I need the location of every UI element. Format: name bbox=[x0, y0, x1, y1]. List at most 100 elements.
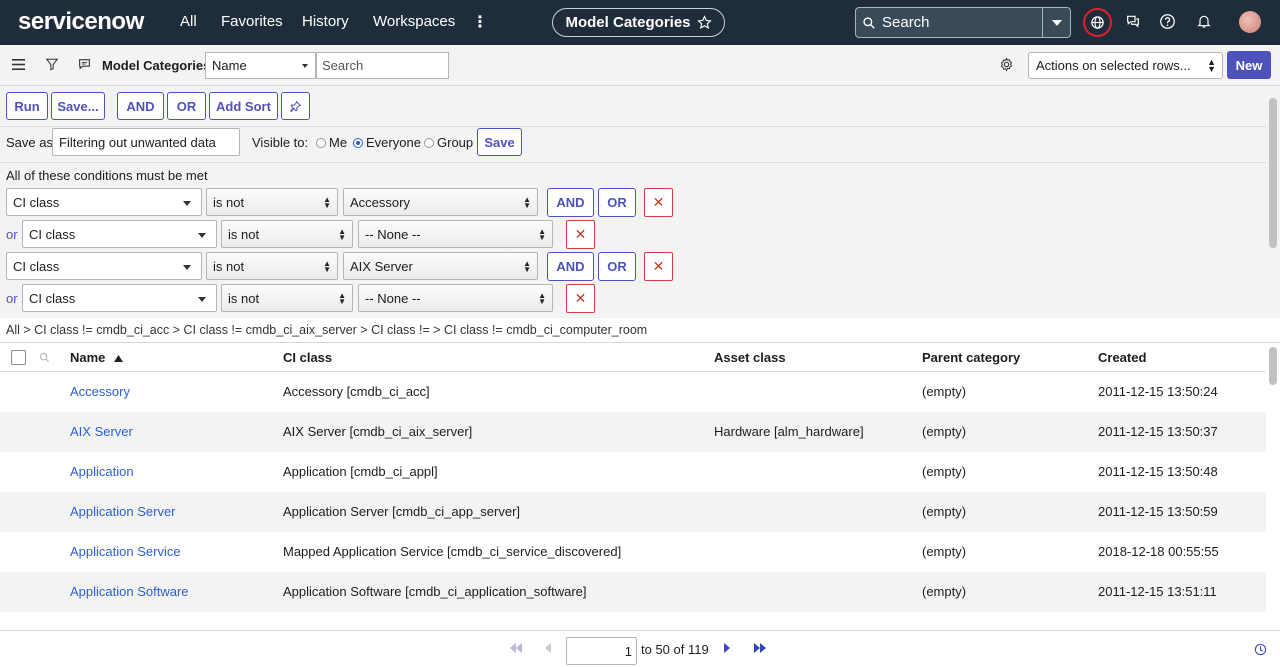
row-name-link[interactable]: Application Service bbox=[70, 544, 181, 559]
condition-operator-select[interactable]: is not ▲ ▼ bbox=[206, 188, 338, 216]
table-scrollbar[interactable] bbox=[1266, 343, 1280, 630]
comment-icon[interactable] bbox=[78, 58, 91, 73]
actions-label: Actions on selected rows... bbox=[1036, 58, 1191, 73]
pin-icon[interactable] bbox=[281, 92, 310, 120]
updown-arrows-icon: ▲ ▼ bbox=[323, 259, 331, 274]
radio-me[interactable] bbox=[316, 138, 326, 148]
condition-value: Accessory bbox=[350, 195, 410, 210]
caret-down-icon bbox=[183, 201, 191, 206]
row-name-link[interactable]: AIX Server bbox=[70, 424, 133, 439]
condition-value-select[interactable]: -- None -- ▲ ▼ bbox=[358, 220, 553, 248]
condition-field-select[interactable]: CI class bbox=[6, 252, 202, 280]
info-icon[interactable] bbox=[1254, 643, 1267, 659]
list-search-input[interactable]: Search bbox=[316, 52, 449, 79]
actions-on-selected-select[interactable]: Actions on selected rows... ▲ ▼ bbox=[1028, 52, 1223, 79]
caret-down-icon bbox=[198, 233, 206, 238]
remove-condition-icon[interactable]: ✕ bbox=[644, 188, 673, 217]
row-name-link[interactable]: Application Software bbox=[70, 584, 189, 599]
servicenow-logo[interactable]: servicenow bbox=[18, 8, 144, 36]
column-name-label: Name bbox=[70, 350, 106, 365]
caret-down-icon bbox=[1051, 19, 1062, 26]
remove-condition-icon[interactable]: ✕ bbox=[566, 284, 595, 313]
save-as-label: Save as: bbox=[6, 135, 57, 150]
condition-operator-select[interactable]: is not ▲ ▼ bbox=[221, 220, 353, 248]
scrollbar-thumb[interactable] bbox=[1269, 347, 1277, 385]
condition-or-button[interactable]: OR bbox=[598, 188, 636, 217]
nav-all[interactable]: All bbox=[180, 13, 197, 30]
nav-history[interactable]: History bbox=[302, 13, 349, 30]
radio-group[interactable] bbox=[424, 138, 434, 148]
save-as-button[interactable]: Save... bbox=[51, 92, 105, 120]
gear-icon[interactable] bbox=[999, 57, 1014, 75]
search-icon bbox=[856, 16, 882, 30]
page-number-input[interactable]: 1 bbox=[566, 637, 637, 665]
condition-or-button[interactable]: OR bbox=[598, 252, 636, 281]
next-page-icon[interactable] bbox=[724, 642, 730, 656]
run-button[interactable]: Run bbox=[6, 92, 48, 120]
remove-condition-icon[interactable]: ✕ bbox=[644, 252, 673, 281]
global-search-input[interactable]: Search bbox=[882, 14, 1042, 31]
help-icon[interactable] bbox=[1159, 13, 1176, 33]
condition-field-value: CI class bbox=[29, 227, 76, 242]
filter-icon[interactable] bbox=[45, 57, 59, 75]
globe-icon[interactable] bbox=[1083, 8, 1112, 37]
condition-value-select[interactable]: -- None -- ▲ ▼ bbox=[358, 284, 553, 312]
table-row: AIX Server AIX Server [cmdb_ci_aix_serve… bbox=[0, 412, 1266, 452]
nav-workspaces[interactable]: Workspaces bbox=[373, 13, 455, 30]
filter-builder: Run Save... AND OR Add Sort Save as: Fil… bbox=[0, 86, 1266, 318]
first-page-icon[interactable] bbox=[510, 642, 522, 656]
condition-field-select[interactable]: CI class bbox=[22, 220, 217, 248]
column-header-parent-category[interactable]: Parent category bbox=[922, 350, 1020, 365]
row-name-link[interactable]: Accessory bbox=[70, 384, 130, 399]
row-name-link[interactable]: Application Server bbox=[70, 504, 176, 519]
page-range-text: to 50 of 119 bbox=[641, 642, 709, 657]
add-sort-button[interactable]: Add Sort bbox=[209, 92, 278, 120]
scrollbar-thumb[interactable] bbox=[1269, 98, 1277, 248]
pagination-bar: 1 to 50 of 119 bbox=[0, 630, 1280, 667]
or-button[interactable]: OR bbox=[167, 92, 206, 120]
row-created: 2011-12-15 13:50:37 bbox=[1098, 424, 1218, 439]
condition-value-select[interactable]: AIX Server ▲ ▼ bbox=[343, 252, 538, 280]
bell-icon[interactable] bbox=[1196, 13, 1212, 32]
radio-everyone[interactable] bbox=[353, 138, 363, 148]
star-icon[interactable] bbox=[696, 15, 712, 30]
column-search-icon[interactable] bbox=[39, 351, 50, 366]
context-title-pill[interactable]: Model Categories bbox=[552, 8, 725, 37]
condition-operator-select[interactable]: is not ▲ ▼ bbox=[221, 284, 353, 312]
last-page-icon[interactable] bbox=[754, 642, 766, 656]
row-ci-class: Accessory [cmdb_ci_acc] bbox=[283, 384, 430, 399]
row-name-link[interactable]: Application bbox=[70, 464, 134, 479]
row-asset-class: Hardware [alm_hardware] bbox=[714, 424, 864, 439]
condition-field-select[interactable]: CI class bbox=[6, 188, 202, 216]
save-as-input[interactable]: Filtering out unwanted data bbox=[52, 128, 240, 156]
new-button[interactable]: New bbox=[1227, 51, 1271, 79]
search-scope-dropdown[interactable] bbox=[1042, 8, 1070, 37]
radio-group-label: Group bbox=[437, 135, 474, 150]
remove-condition-icon[interactable]: ✕ bbox=[566, 220, 595, 249]
more-menu-icon[interactable]: ⋮ bbox=[472, 12, 488, 32]
save-button[interactable]: Save bbox=[477, 128, 522, 156]
user-avatar[interactable] bbox=[1239, 11, 1261, 33]
select-all-checkbox[interactable] bbox=[11, 350, 26, 365]
breadcrumb[interactable]: All > CI class != cmdb_ci_acc > CI class… bbox=[0, 318, 1280, 343]
search-field-select[interactable]: Name bbox=[205, 52, 316, 79]
previous-page-icon[interactable] bbox=[545, 642, 551, 656]
nav-favorites[interactable]: Favorites bbox=[221, 13, 283, 30]
and-button[interactable]: AND bbox=[117, 92, 164, 120]
global-search[interactable]: Search bbox=[855, 7, 1071, 38]
column-header-ci-class[interactable]: CI class bbox=[283, 350, 332, 365]
chat-icon[interactable] bbox=[1125, 13, 1141, 32]
column-header-name[interactable]: Name bbox=[70, 350, 124, 365]
condition-and-button[interactable]: AND bbox=[547, 188, 594, 217]
condition-operator-select[interactable]: is not ▲ ▼ bbox=[206, 252, 338, 280]
column-header-created[interactable]: Created bbox=[1098, 350, 1146, 365]
condition-value-select[interactable]: Accessory ▲ ▼ bbox=[343, 188, 538, 216]
hamburger-menu-icon[interactable] bbox=[12, 58, 25, 73]
row-parent-category: (empty) bbox=[922, 504, 967, 519]
updown-arrows-icon: ▲ ▼ bbox=[1207, 57, 1216, 74]
condition-field-select[interactable]: CI class bbox=[22, 284, 217, 312]
condition-and-button[interactable]: AND bbox=[547, 252, 594, 281]
column-header-asset-class[interactable]: Asset class bbox=[714, 350, 786, 365]
filter-scrollbar[interactable] bbox=[1266, 86, 1280, 318]
condition-value: -- None -- bbox=[365, 227, 421, 242]
